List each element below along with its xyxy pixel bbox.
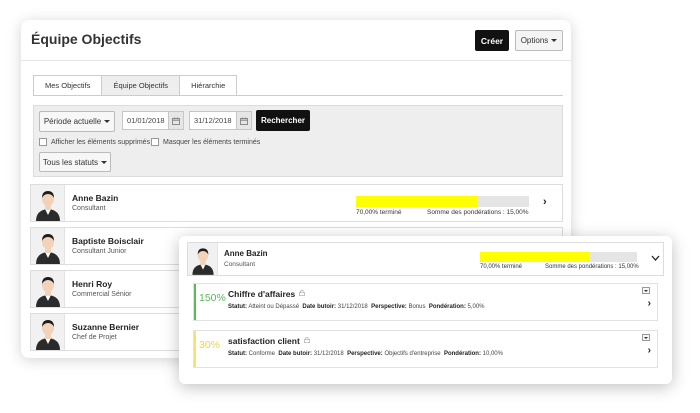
person-role: Chef de Projet bbox=[72, 334, 117, 341]
lock-icon bbox=[299, 290, 306, 298]
person-name: Baptiste Boisclair bbox=[72, 236, 144, 246]
tab-team-objectives[interactable]: Équipe Objectifs bbox=[101, 75, 181, 95]
objective-accent bbox=[194, 284, 196, 320]
statut-key: Statut: bbox=[228, 304, 247, 310]
person-role: Consultant bbox=[224, 261, 256, 268]
checkbox-box[interactable] bbox=[39, 138, 47, 146]
person-name: Anne Bazin bbox=[224, 249, 268, 258]
progress-fill bbox=[480, 252, 590, 262]
tabs-divider bbox=[33, 95, 563, 96]
avatar bbox=[31, 185, 65, 221]
progress-bar bbox=[480, 252, 637, 262]
person-name: Henri Roy bbox=[72, 279, 113, 289]
statut-value: Atteint ou Dépassé bbox=[248, 304, 300, 310]
avatar bbox=[31, 228, 65, 264]
objective-title: satisfaction client bbox=[228, 336, 310, 346]
calendar-icon[interactable] bbox=[236, 111, 252, 130]
calendar-icon[interactable] bbox=[168, 111, 184, 130]
period-dropdown[interactable]: Période actuelle bbox=[39, 111, 115, 132]
caret-down-icon bbox=[644, 289, 648, 292]
chevron-down-icon[interactable] bbox=[651, 253, 660, 263]
status-label: Tous les statuts bbox=[42, 157, 99, 167]
due-value: 31/12/2018 bbox=[337, 304, 368, 310]
show-deleted-label: Afficher les éléments supprimés bbox=[51, 138, 151, 146]
search-button[interactable]: Rechercher bbox=[256, 110, 310, 131]
avatar bbox=[31, 271, 65, 307]
tab-bar: Mes Objectifs Équipe Objectifs Hiérarchi… bbox=[33, 75, 238, 95]
status-dropdown[interactable]: Tous les statuts bbox=[39, 152, 111, 172]
create-button[interactable]: Créer bbox=[475, 30, 509, 51]
person-role: Commercial Sénior bbox=[72, 291, 132, 298]
caret-down-icon bbox=[644, 336, 648, 339]
perspective-value: Bonus bbox=[408, 304, 426, 310]
chevron-right-icon[interactable]: › bbox=[648, 345, 651, 356]
tab-my-objectives[interactable]: Mes Objectifs bbox=[33, 75, 103, 95]
progress-fill bbox=[356, 196, 478, 207]
perspective-key: Perspective: bbox=[347, 351, 383, 357]
progress-label: 70,00% terminé bbox=[356, 209, 402, 216]
weight-value: 10,00% bbox=[482, 351, 503, 357]
due-key: Date butoir: bbox=[278, 351, 313, 357]
progress-label: 70,00% terminé bbox=[480, 264, 523, 270]
chevron-right-icon[interactable]: › bbox=[648, 298, 651, 309]
objective-card[interactable]: 30% satisfaction client Statut: Conforme… bbox=[193, 330, 658, 368]
weight-key: Pondération: bbox=[443, 351, 481, 357]
weight-key: Pondération: bbox=[428, 304, 466, 310]
date-to-input[interactable]: 31/12/2018 bbox=[189, 111, 237, 130]
perspective-value: Objectifs d'entreprise bbox=[384, 351, 441, 357]
page-title: Équipe Objectifs bbox=[31, 31, 142, 47]
objective-meta: Statut: Conforme Date butoir: 31/12/2018… bbox=[228, 351, 503, 357]
objective-title-text: satisfaction client bbox=[228, 336, 300, 346]
chevron-right-icon[interactable]: › bbox=[543, 196, 547, 208]
detail-person-header[interactable]: Anne Bazin Consultant 70,00% terminé Som… bbox=[187, 242, 664, 276]
hide-finished-label: Masquer les éléments terminés bbox=[163, 138, 261, 146]
header-divider bbox=[21, 60, 571, 61]
objective-accent bbox=[194, 331, 196, 367]
options-label: Options bbox=[520, 36, 549, 45]
hide-finished-checkbox[interactable]: Masquer les éléments terminés bbox=[151, 138, 260, 146]
filter-panel: Période actuelle 01/01/2018 31/12/2018 R… bbox=[33, 105, 563, 177]
person-name: Anne Bazin bbox=[72, 193, 119, 203]
caret-down-icon bbox=[101, 160, 108, 164]
statut-value: Conforme bbox=[248, 351, 276, 357]
weight-sum-label: Somme des pondérations : 15,00% bbox=[427, 209, 529, 216]
avatar bbox=[188, 243, 218, 275]
date-from-input[interactable]: 01/01/2018 bbox=[122, 111, 169, 130]
objective-meta: Statut: Atteint ou Dépassé Date butoir: … bbox=[228, 304, 485, 310]
period-label: Période actuelle bbox=[43, 117, 102, 126]
objective-card[interactable]: 150% Chiffre d'affaires Statut: Atteint … bbox=[193, 283, 658, 321]
checkbox-box[interactable] bbox=[151, 138, 159, 146]
person-role: Consultant Junior bbox=[72, 248, 127, 255]
progress-bar bbox=[356, 196, 529, 207]
due-value: 31/12/2018 bbox=[313, 351, 344, 357]
statut-key: Statut: bbox=[228, 351, 247, 357]
objective-percent: 150% bbox=[199, 292, 226, 304]
objective-title-text: Chiffre d'affaires bbox=[228, 289, 296, 299]
due-key: Date butoir: bbox=[302, 304, 337, 310]
objective-detail-panel: Anne Bazin Consultant 70,00% terminé Som… bbox=[179, 236, 672, 384]
perspective-key: Perspective: bbox=[371, 304, 407, 310]
caret-down-icon bbox=[104, 120, 111, 123]
weight-value: 5,00% bbox=[467, 304, 485, 310]
person-name: Suzanne Bernier bbox=[72, 322, 140, 332]
objective-title: Chiffre d'affaires bbox=[228, 289, 306, 299]
show-deleted-checkbox[interactable]: Afficher les éléments supprimés bbox=[39, 138, 150, 146]
options-button[interactable]: Options bbox=[515, 30, 563, 51]
objective-menu-dropdown[interactable] bbox=[642, 334, 650, 341]
lock-icon bbox=[303, 337, 310, 345]
objective-menu-dropdown[interactable] bbox=[642, 287, 650, 294]
objective-percent: 30% bbox=[199, 339, 221, 351]
caret-down-icon bbox=[551, 39, 558, 42]
person-row[interactable]: Anne Bazin Consultant 70,00% terminé Som… bbox=[30, 184, 563, 222]
person-role: Consultant bbox=[72, 205, 106, 212]
avatar bbox=[31, 314, 65, 350]
tab-hierarchy[interactable]: Hiérarchie bbox=[179, 75, 238, 95]
weight-sum-label: Somme des pondérations : 15,00% bbox=[545, 264, 639, 270]
